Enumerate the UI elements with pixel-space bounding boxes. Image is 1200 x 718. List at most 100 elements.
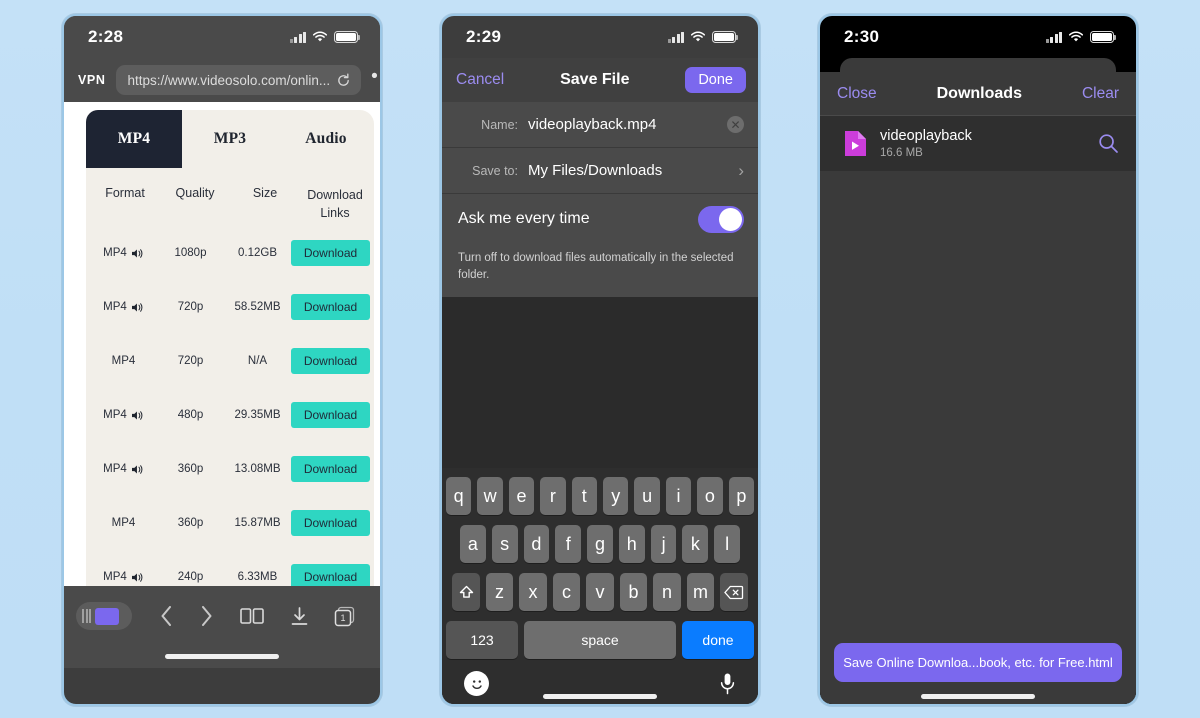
name-field-label: Name: bbox=[481, 117, 518, 132]
download-arrow-icon[interactable] bbox=[290, 606, 309, 627]
chevron-right-icon[interactable]: › bbox=[738, 161, 744, 181]
cancel-button[interactable]: Cancel bbox=[456, 71, 504, 89]
name-field-row[interactable]: Name: videoplayback.mp4 ✕ bbox=[442, 102, 758, 148]
backspace-icon[interactable] bbox=[720, 573, 748, 611]
download-button[interactable]: Download bbox=[291, 348, 370, 375]
status-icons bbox=[289, 31, 361, 43]
key-s[interactable]: s bbox=[491, 525, 518, 563]
search-icon[interactable] bbox=[1098, 133, 1119, 154]
key-f[interactable]: f bbox=[555, 525, 582, 563]
save-to-row[interactable]: Save to: My Files/Downloads › bbox=[442, 148, 758, 194]
downloads-list: videoplayback 16.6 MB bbox=[820, 116, 1136, 172]
cell-size: 6.33MB bbox=[237, 571, 278, 584]
url-input[interactable]: https://www.videosolo.com/onlin... bbox=[115, 65, 362, 95]
save-file-navbar: Cancel Save File Done bbox=[442, 58, 758, 102]
key-y[interactable]: y bbox=[603, 477, 629, 515]
browser-toolbar-inner: 1 bbox=[64, 594, 380, 638]
table-row: MP4 1080p 0.12GB Download bbox=[86, 226, 374, 280]
key-k[interactable]: k bbox=[682, 525, 709, 563]
reload-icon[interactable] bbox=[336, 73, 351, 88]
key-c[interactable]: c bbox=[552, 573, 581, 611]
tab-audio[interactable]: Audio bbox=[278, 110, 374, 168]
cell-size: 29.35MB bbox=[234, 409, 281, 422]
clear-button[interactable]: Clear bbox=[1082, 85, 1119, 103]
keyboard-footer bbox=[442, 669, 758, 696]
download-table-rows: MP4 1080p 0.12GB Download MP4 720p 58.52MB Do… bbox=[86, 226, 374, 604]
key-b[interactable]: b bbox=[619, 573, 648, 611]
list-item[interactable]: videoplayback 16.6 MB bbox=[820, 116, 1136, 171]
dialog-title: Save File bbox=[560, 71, 630, 88]
key-z[interactable]: z bbox=[485, 573, 514, 611]
keyboard-row-2: asdfghjkl bbox=[442, 525, 758, 563]
key-v[interactable]: v bbox=[586, 573, 614, 611]
key-g[interactable]: g bbox=[587, 525, 613, 563]
key-q[interactable]: q bbox=[445, 477, 472, 515]
book-icon[interactable] bbox=[240, 606, 264, 626]
key-r[interactable]: r bbox=[540, 477, 566, 515]
status-icons bbox=[667, 31, 739, 43]
onscreen-keyboard: qwertyuiop asdfghjkl zxcvbnm 123 space d… bbox=[442, 468, 758, 704]
chevron-left-icon[interactable] bbox=[159, 605, 174, 627]
more-dots-icon[interactable]: ••• bbox=[371, 67, 380, 93]
emoji-smiley-icon[interactable] bbox=[464, 671, 489, 696]
done-button[interactable]: Done bbox=[685, 67, 746, 93]
key-j[interactable]: j bbox=[650, 525, 677, 563]
microphone-icon[interactable] bbox=[719, 672, 736, 696]
download-header-line2: Links bbox=[320, 206, 350, 221]
ask-every-time-label: Ask me every time bbox=[458, 210, 590, 227]
tabs-icon[interactable]: 1 bbox=[334, 606, 355, 627]
ask-every-time-row[interactable]: Ask me every time bbox=[442, 194, 758, 244]
phone1-status-bar: 2:28 bbox=[64, 16, 380, 58]
shift-icon[interactable] bbox=[452, 573, 480, 611]
key-d[interactable]: d bbox=[523, 525, 550, 563]
tab-mp3[interactable]: MP3 bbox=[182, 110, 278, 168]
column-header-format: Format bbox=[105, 186, 145, 200]
close-button[interactable]: Close bbox=[837, 85, 877, 103]
table-row: MP4 480p 29.35MB Download bbox=[86, 388, 374, 442]
key-l[interactable]: l bbox=[714, 525, 741, 563]
keyboard-row-1: qwertyuiop bbox=[442, 477, 758, 515]
downloads-sheet: Close Downloads Clear videoplayback 16.6… bbox=[820, 72, 1136, 704]
tab-mp4[interactable]: MP4 bbox=[86, 110, 182, 168]
key-n[interactable]: n bbox=[653, 573, 681, 611]
cell-quality: 1080p bbox=[174, 247, 207, 260]
battery-icon bbox=[1090, 31, 1117, 43]
ask-every-time-toggle[interactable] bbox=[698, 205, 744, 233]
column-header-download-links: Download Links bbox=[300, 186, 370, 222]
home-indicator bbox=[165, 654, 279, 659]
download-button[interactable]: Download bbox=[291, 240, 370, 267]
name-input[interactable]: videoplayback.mp4 bbox=[528, 116, 717, 133]
key-e[interactable]: e bbox=[508, 477, 535, 515]
key-u[interactable]: u bbox=[634, 477, 660, 515]
vpn-shield-icon[interactable] bbox=[76, 602, 132, 630]
space-key[interactable]: space bbox=[524, 621, 676, 659]
download-button[interactable]: Download bbox=[291, 294, 370, 321]
browser-page: MP4 MP3 Audio Format Quality Size Downlo… bbox=[64, 102, 380, 668]
save-online-download-button[interactable]: Save Online Downloa...book, etc. for Fre… bbox=[834, 643, 1122, 682]
key-i[interactable]: i bbox=[665, 477, 692, 515]
key-h[interactable]: h bbox=[618, 525, 645, 563]
cell-format: MP4 bbox=[90, 517, 157, 529]
numbers-key[interactable]: 123 bbox=[446, 621, 518, 659]
chevron-right-icon[interactable] bbox=[199, 605, 214, 627]
wifi-icon bbox=[312, 31, 328, 42]
vpn-label: VPN bbox=[78, 73, 106, 87]
key-m[interactable]: m bbox=[686, 573, 715, 611]
clear-circle-icon[interactable]: ✕ bbox=[727, 116, 744, 133]
video-file-icon bbox=[845, 130, 866, 156]
cell-quality: 720p bbox=[177, 355, 204, 368]
download-button[interactable]: Download bbox=[291, 402, 370, 429]
key-a[interactable]: a bbox=[459, 525, 486, 563]
key-w[interactable]: w bbox=[477, 477, 503, 515]
cell-format: MP4 bbox=[90, 571, 157, 583]
phone3-status-bar: 2:30 bbox=[820, 16, 1136, 58]
key-x[interactable]: x bbox=[519, 573, 547, 611]
done-key[interactable]: done bbox=[682, 621, 754, 659]
key-o[interactable]: o bbox=[697, 477, 723, 515]
wifi-icon bbox=[690, 31, 706, 42]
download-button[interactable]: Download bbox=[291, 456, 370, 483]
key-t[interactable]: t bbox=[571, 477, 597, 515]
download-button[interactable]: Download bbox=[291, 510, 370, 537]
key-p[interactable]: p bbox=[728, 477, 755, 515]
file-size: 16.6 MB bbox=[880, 147, 923, 160]
